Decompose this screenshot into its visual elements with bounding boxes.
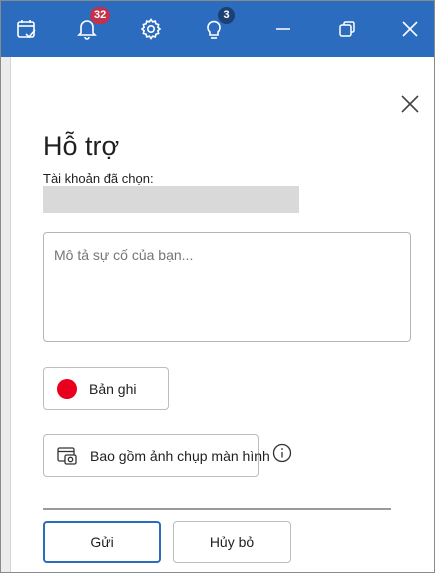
include-screenshot-label: Bao gồm ảnh chụp màn hình — [90, 447, 270, 464]
send-button[interactable]: Gửi — [43, 521, 161, 563]
record-dot-icon — [57, 378, 77, 399]
title-bar: 32 3 — [1, 1, 434, 57]
record-button[interactable]: Bản ghi — [43, 367, 169, 410]
left-side-strip — [1, 57, 11, 572]
window-close-button[interactable] — [384, 1, 434, 57]
panel-close-icon[interactable] — [399, 93, 421, 115]
selected-account-field — [43, 186, 299, 213]
screenshot-camera-icon — [57, 446, 77, 465]
support-window: 32 3 Hỗ trợ Tài khoản đã chọn: Mô tả sự … — [0, 0, 435, 573]
tips-count-badge: 3 — [218, 7, 235, 24]
calendar-check-icon — [17, 20, 36, 39]
minimize-icon — [276, 28, 290, 30]
record-button-label: Bản ghi — [89, 380, 137, 397]
restore-button[interactable] — [321, 1, 373, 57]
description-input[interactable] — [43, 232, 411, 342]
cancel-button[interactable]: Hủy bỏ — [173, 521, 291, 563]
gear-icon — [140, 18, 162, 40]
settings-button[interactable] — [125, 1, 177, 57]
restore-icon — [339, 21, 355, 37]
info-icon[interactable] — [272, 443, 292, 463]
footer-divider — [43, 508, 391, 510]
calendar-button[interactable] — [1, 1, 53, 57]
tips-button[interactable]: 3 — [188, 1, 240, 57]
notification-count-badge: 32 — [90, 7, 111, 24]
minimize-button[interactable] — [257, 1, 309, 57]
account-label: Tài khoản đã chọn: — [43, 171, 154, 186]
page-title: Hỗ trợ — [43, 131, 120, 161]
close-icon — [402, 21, 418, 37]
include-screenshot-button[interactable]: Bao gồm ảnh chụp màn hình — [43, 434, 270, 477]
notifications-button[interactable]: 32 — [61, 1, 113, 57]
